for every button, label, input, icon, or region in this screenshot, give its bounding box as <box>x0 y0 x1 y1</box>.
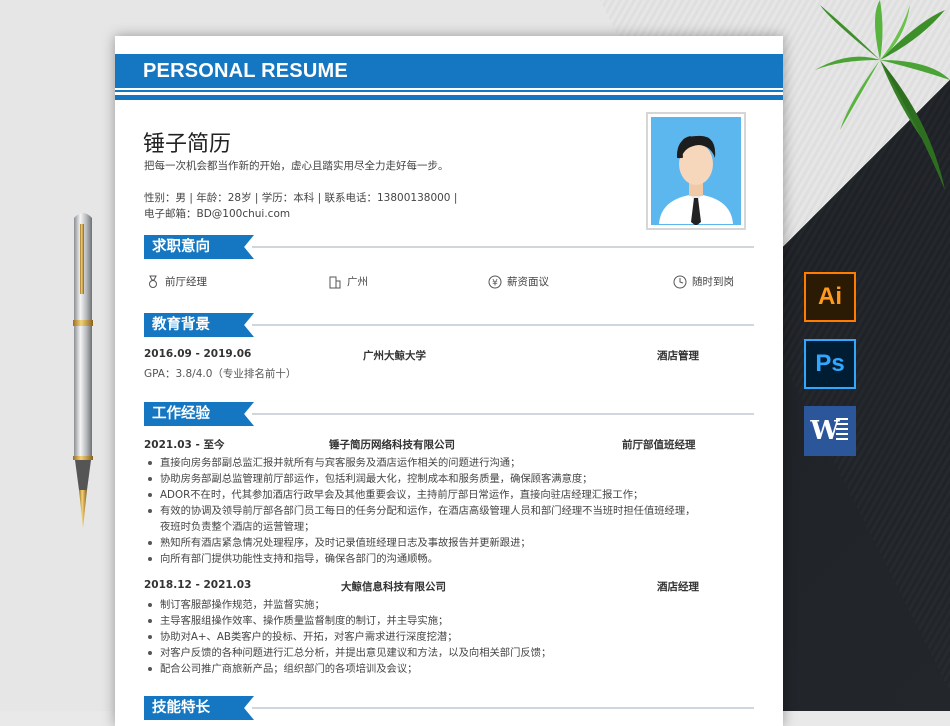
banner-divider <box>115 90 783 92</box>
section-education: 教育背景 <box>144 313 754 339</box>
section-skills: 技能特长 <box>144 696 754 722</box>
list-item: 对客户反馈的各种问题进行汇总分析，并提出意见建议和方法，以及向相关部门反馈； <box>144 645 756 661</box>
job-role: 前厅部值班经理 <box>622 439 696 451</box>
resume-page: PERSONAL RESUME 锤子简历 把每一次机会都当作新的开始，虚心且踏实… <box>115 36 783 726</box>
intent-availability-label: 随时到岗 <box>692 276 734 288</box>
list-item: 直接向房务部副总监汇报并就所有与宾客服务及酒店运作相关的问题进行沟通； <box>144 455 756 471</box>
avatar <box>646 112 746 230</box>
section-divider <box>252 246 754 248</box>
intent-availability: 随时到岗 <box>673 274 734 289</box>
intent-salary: ¥ 薪资面议 <box>488 274 549 289</box>
list-item: 协助对A+、AB类客户的投标、开拓，对客户需求进行深度挖潜； <box>144 629 756 645</box>
education-school: 广州大鲸大学 <box>363 350 426 362</box>
job-period: 2021.03 - 至今 <box>144 439 225 451</box>
education-major: 酒店管理 <box>657 350 699 362</box>
section-divider <box>252 324 754 326</box>
plant-decoration <box>815 0 950 190</box>
resume-name: 锤子简历 <box>143 132 232 157</box>
banner-divider-thick <box>115 95 783 100</box>
job-company: 大鲸信息科技有限公司 <box>341 581 446 593</box>
list-item: 向所有部门提供功能性支持和指导，确保各部门的沟通顺畅。 <box>144 551 756 567</box>
list-item: 制订客服部操作规范，并监督实施； <box>144 597 756 613</box>
clock-icon <box>673 275 687 288</box>
intent-salary-label: 薪资面议 <box>507 276 549 288</box>
resume-banner-title: PERSONAL RESUME <box>115 54 783 88</box>
building-icon <box>329 276 341 288</box>
resume-motto: 把每一次机会都当作新的开始，虚心且踏实用尽全力走好每一步。 <box>144 160 449 172</box>
section-intent: 求职意向 <box>144 235 754 261</box>
avatar-illustration <box>659 135 733 225</box>
photoshop-icon: Ps <box>804 339 856 389</box>
intent-city-label: 广州 <box>347 276 368 288</box>
intent-position: 前厅经理 <box>146 274 207 289</box>
job-duties-list: 制订客服部操作规范，并监督实施； 主导客服组操作效率、操作质量监督制度的制订，并… <box>144 597 756 677</box>
word-icon: W <box>804 406 856 456</box>
word-icon-lines <box>836 418 848 442</box>
yen-coin-icon: ¥ <box>488 275 502 288</box>
list-item: 有效的协调及领导前厅部各部门员工每日的任务分配和运作，在酒店高级管理人员和部门经… <box>144 503 756 519</box>
education-gpa: GPA：3.8/4.0（专业排名前十） <box>144 368 297 380</box>
personal-info: 性别：男 | 年龄：28岁 | 学历：本科 | 联系电话：13800138000… <box>144 192 458 204</box>
fountain-pen-decoration <box>73 213 93 528</box>
section-title: 工作经验 <box>144 402 254 426</box>
section-title: 求职意向 <box>144 235 254 259</box>
list-item: 主导客服组操作效率、操作质量监督制度的制订，并主导实施； <box>144 613 756 629</box>
job-company: 锤子简历网络科技有限公司 <box>329 439 455 451</box>
job-period: 2018.12 - 2021.03 <box>144 579 252 591</box>
list-item: 熟知所有酒店紧急情况处理程序，及时记录值班经理日志及事故报告并更新跟进； <box>144 535 756 551</box>
illustrator-icon: Ai <box>804 272 856 322</box>
list-item: 配合公司推广商旅新产品；组织部门的各项培训及会议； <box>144 661 756 677</box>
job-duties-list: 直接向房务部副总监汇报并就所有与宾客服务及酒店运作相关的问题进行沟通； 协助房务… <box>144 455 756 567</box>
list-item-continuation: 夜班时负责整个酒店的运营管理； <box>160 521 315 533</box>
section-title: 技能特长 <box>144 696 254 720</box>
list-item: 协助房务部副总监管理前厅部运作，包括利润最大化，控制成本和服务质量，确保顾客满意… <box>144 471 756 487</box>
intent-position-label: 前厅经理 <box>165 276 207 288</box>
email-info: 电子邮箱：BD@100chui.com <box>144 208 291 220</box>
section-title: 教育背景 <box>144 313 254 337</box>
section-divider <box>252 413 754 415</box>
list-item: ADOR不在时，代其参加酒店行政早会及其他重要会议，主持前厅部日常运作，直接向驻… <box>144 487 756 503</box>
intent-city: 广州 <box>328 274 368 289</box>
section-divider <box>252 707 754 709</box>
education-period: 2016.09 - 2019.06 <box>144 348 252 360</box>
job-role: 酒店经理 <box>657 581 699 593</box>
medal-icon <box>149 275 157 288</box>
section-work: 工作经验 <box>144 402 754 428</box>
svg-text:¥: ¥ <box>492 278 498 288</box>
